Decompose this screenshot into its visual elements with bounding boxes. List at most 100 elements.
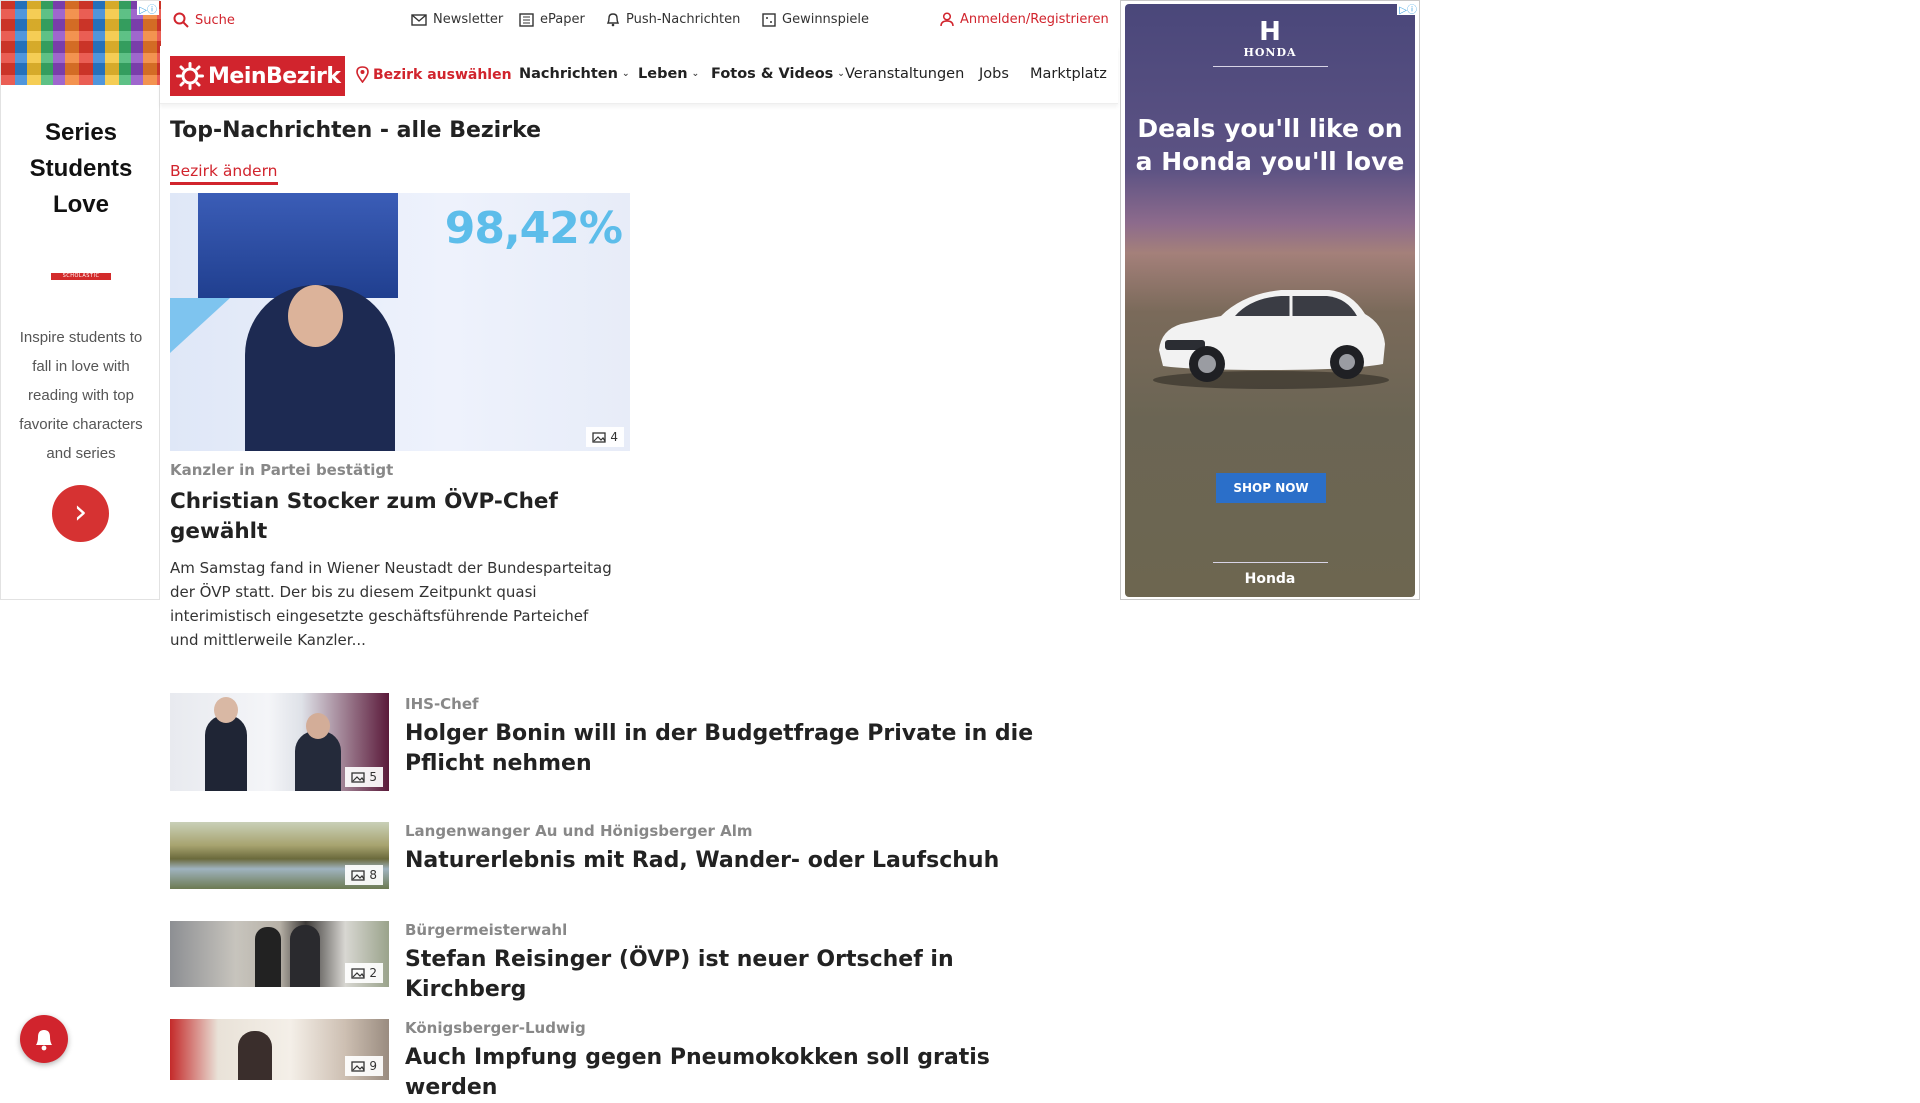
nav-marktplatz[interactable]: Marktplatz [1030, 66, 1107, 82]
article-kicker: Königsberger-Ludwig [405, 1019, 586, 1037]
nav-jobs-label: Jobs [979, 66, 1009, 82]
gallery-icon [351, 1060, 366, 1072]
article-thumbnail[interactable]: 5 [170, 693, 389, 791]
push-link[interactable]: Push-Nachrichten [606, 12, 740, 27]
epaper-label: ePaper [540, 12, 585, 27]
gewinnspiele-label: Gewinnspiele [782, 12, 870, 27]
article-thumbnail[interactable]: 2 [170, 921, 389, 987]
hero-image-percentage: 98,42% [444, 203, 623, 254]
photo-count-badge: 5 [345, 767, 383, 787]
newsletter-label: Newsletter [433, 12, 504, 27]
article-title[interactable]: Stefan Reisinger (ÖVP) ist neuer Ortsche… [405, 945, 1065, 1005]
article-title[interactable]: Holger Bonin will in der Budgetfrage Pri… [405, 719, 1065, 779]
article-title[interactable]: Naturerlebnis mit Rad, Wander- oder Lauf… [405, 846, 1065, 876]
left-ad-banner[interactable]: ▷ⓘ Series Students Love SCHOLASTIC Inspi… [0, 0, 161, 600]
advertiser-name: Honda [1244, 571, 1296, 587]
chevron-right-icon[interactable]: › [52, 485, 109, 542]
nav-jobs[interactable]: Jobs [979, 66, 1009, 82]
honda-ad-creative[interactable]: H HONDA Deals you'll like on a Honda you… [1125, 4, 1415, 597]
honda-h-mark: H [1259, 17, 1281, 47]
hero-title[interactable]: Christian Stocker zum ÖVP-Chef gewählt [170, 487, 590, 547]
chevron-down-icon: ⌄ [691, 69, 700, 79]
photo-count: 9 [369, 1059, 377, 1073]
hero-teaser: Am Samstag fand in Wiener Neustadt der B… [170, 559, 612, 649]
site-logo[interactable]: MeinBezirk [170, 56, 345, 96]
hero-image-screen [198, 193, 398, 298]
ad-body-text: Inspire students to fall in love with re… [19, 329, 143, 462]
photo-count-badge: 2 [345, 963, 383, 983]
gallery-icon [351, 967, 366, 979]
nav-fotos-videos[interactable]: Fotos & Videos ⌄ [711, 66, 845, 82]
car-image [1153, 290, 1389, 389]
photo-count-badge: 8 [345, 865, 383, 885]
main-nav: MeinBezirk Bezirk auswählen Nachrichten ⌄… [160, 46, 1118, 104]
hero-image[interactable]: 98,42% 4 [170, 193, 630, 451]
bezirk-label: Bezirk auswählen [373, 66, 512, 83]
honda-wordmark: HONDA [1243, 46, 1297, 59]
user-icon [940, 12, 954, 27]
article-title[interactable]: Auch Impfung gegen Pneumokokken soll gra… [405, 1043, 1065, 1103]
push-label: Push-Nachrichten [626, 12, 741, 27]
photo-count: 2 [369, 966, 377, 980]
location-pin-icon [356, 66, 369, 83]
chevron-down-icon: ⌄ [621, 69, 630, 79]
gallery-icon [351, 869, 366, 881]
divider [1213, 562, 1328, 563]
ad-title: Series Students Love [29, 119, 133, 218]
ad-brand-logo: SCHOLASTIC [51, 273, 111, 280]
right-ad-banner[interactable]: H HONDA Deals you'll like on a Honda you… [1120, 0, 1420, 600]
gallery-icon [351, 771, 366, 783]
mail-icon [411, 13, 427, 26]
list-item[interactable]: 9 Königsberger-Ludwig Auch Impfung gegen… [170, 1019, 1090, 1100]
nav-nachrichten[interactable]: Nachrichten ⌄ [519, 66, 630, 82]
article-thumbnail[interactable]: 9 [170, 1019, 389, 1080]
gift-icon [762, 12, 776, 27]
page-title: Top-Nachrichten - alle Bezirke [170, 118, 542, 143]
photo-count-badge: 9 [345, 1056, 383, 1076]
sun-logo-icon [176, 62, 204, 90]
search-icon [173, 12, 189, 28]
list-item[interactable]: 8 Langenwanger Au und Hönigsberger Alm N… [170, 822, 1090, 889]
list-item[interactable]: 5 IHS-Chef Holger Bonin will in der Budg… [170, 693, 1090, 791]
bell-icon [606, 13, 620, 27]
nav-leben[interactable]: Leben ⌄ [638, 66, 699, 82]
notification-bell-button[interactable] [20, 1015, 68, 1063]
newsletter-link[interactable]: Newsletter [411, 12, 503, 27]
divider [1213, 66, 1328, 67]
hero-kicker: Kanzler in Partei bestätigt [170, 461, 394, 479]
chevron-down-icon: ⌄ [837, 69, 845, 79]
utility-bar: Suche Newsletter ePaper Push-Nachrichten… [160, 0, 1120, 46]
logo-text: MeinBezirk [208, 63, 341, 89]
bell-icon [36, 1030, 52, 1051]
change-bezirk-link[interactable]: Bezirk ändern [170, 162, 278, 185]
article-kicker: IHS-Chef [405, 695, 479, 713]
adchoices-icon[interactable]: ▷ⓘ [1397, 1, 1419, 16]
article-thumbnail[interactable]: 8 [170, 822, 389, 889]
login-label: Anmelden/Registrieren [960, 12, 1109, 27]
epaper-link[interactable]: ePaper [519, 12, 585, 27]
photo-count: 5 [369, 770, 377, 784]
shop-now-button[interactable]: SHOP NOW [1216, 473, 1326, 503]
hero-image-head [288, 285, 343, 347]
article-kicker: Langenwanger Au und Hönigsberger Alm [405, 822, 753, 840]
photo-count-badge: 4 [586, 427, 624, 447]
adchoices-icon[interactable]: ▷ⓘ [137, 1, 159, 16]
article-kicker: Bürgermeisterwahl [405, 921, 568, 939]
photo-count: 4 [610, 430, 618, 444]
nav-nachrichten-label: Nachrichten [519, 66, 618, 82]
newspaper-icon [519, 12, 534, 27]
ad-headline: Deals you'll like on a Honda you'll love [1135, 114, 1405, 176]
search-link[interactable]: Suche [173, 12, 235, 28]
photo-count: 8 [369, 868, 377, 882]
honda-logo: H HONDA [1125, 18, 1415, 59]
bezirk-select[interactable]: Bezirk auswählen [356, 66, 512, 83]
login-link[interactable]: Anmelden/Registrieren [940, 12, 1109, 27]
nav-veranstaltungen[interactable]: Veranstaltungen [845, 66, 964, 82]
nav-leben-label: Leben [638, 66, 688, 82]
gallery-icon [592, 431, 607, 443]
hero-image-shape [170, 298, 230, 353]
gewinnspiele-link[interactable]: Gewinnspiele [762, 12, 869, 27]
list-item[interactable]: 2 Bürgermeisterwahl Stefan Reisinger (ÖV… [170, 921, 1090, 1002]
nav-veranstaltungen-label: Veranstaltungen [845, 66, 965, 82]
nav-marktplatz-label: Marktplatz [1030, 66, 1107, 82]
